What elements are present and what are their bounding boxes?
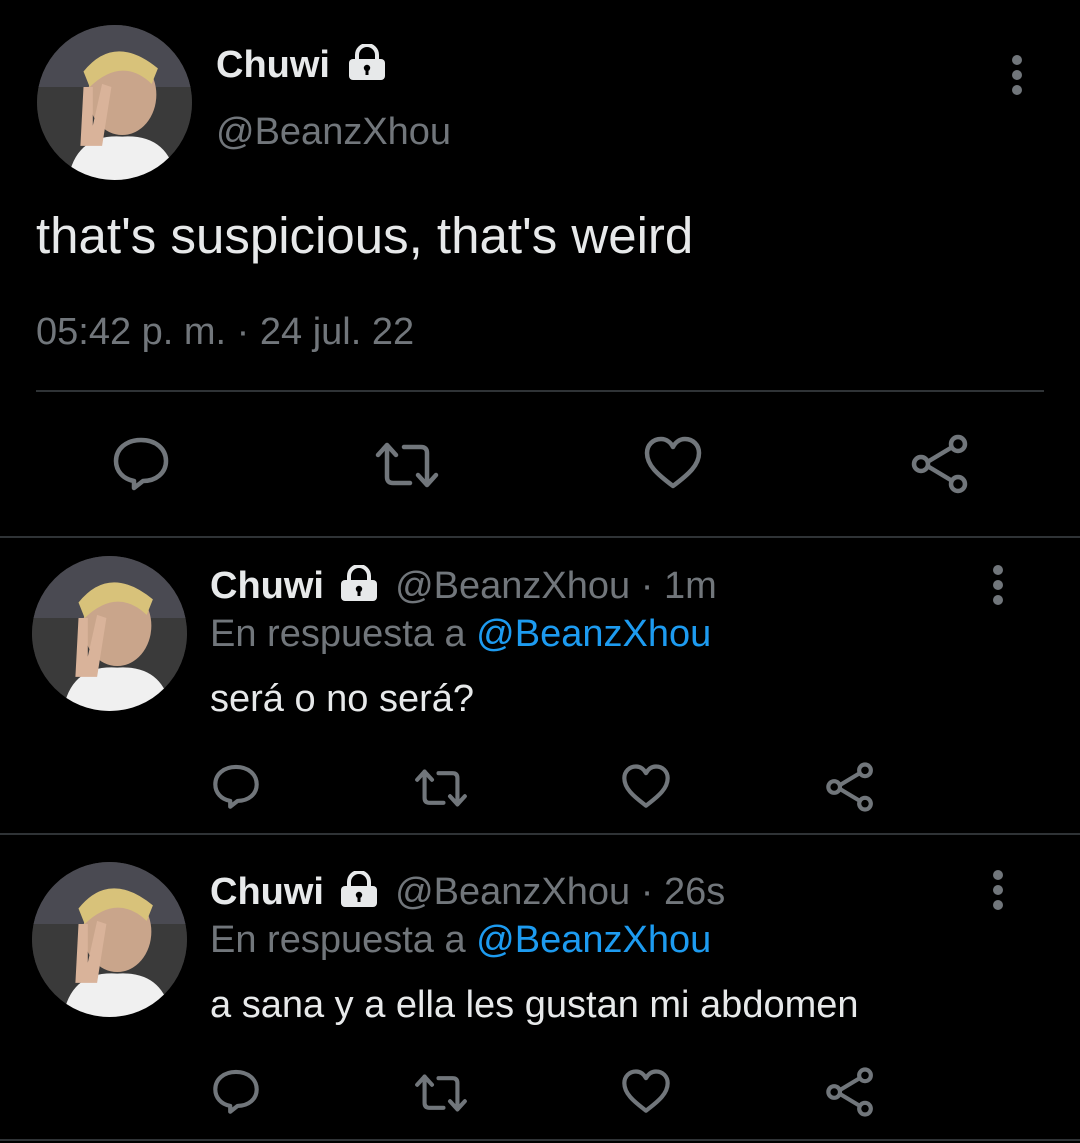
tweet-text: a sana y a ella les gustan mi abdomen — [210, 984, 859, 1026]
like-icon[interactable] — [643, 436, 703, 490]
share-icon[interactable] — [910, 434, 970, 494]
section-divider — [0, 833, 1080, 835]
timestamp-divider — [36, 390, 1044, 392]
handle[interactable]: @BeanzXhou — [395, 565, 630, 607]
section-divider — [0, 536, 1080, 538]
profile-photo-icon — [37, 25, 192, 180]
tweet-age[interactable]: 1m — [664, 565, 717, 607]
handle[interactable]: @BeanzXhou — [395, 871, 630, 913]
lock-icon — [339, 870, 379, 917]
separator: · — [640, 565, 654, 608]
reply-context-label: En respuesta a — [210, 613, 466, 655]
reply-to-link[interactable]: @BeanzXhou — [476, 919, 711, 961]
retweet-icon[interactable] — [372, 437, 442, 493]
tweet-timestamp[interactable]: 05:42 p. m. · 24 jul. 22 — [36, 311, 414, 354]
share-icon[interactable] — [825, 762, 875, 812]
reply-to-link[interactable]: @BeanzXhou — [476, 613, 711, 655]
lock-icon — [347, 43, 387, 90]
profile-photo-icon — [32, 862, 187, 1017]
like-icon[interactable] — [621, 764, 671, 809]
more-options-icon[interactable] — [985, 867, 1011, 913]
retweet-icon[interactable] — [412, 765, 470, 811]
tweet-text: será o no será? — [210, 678, 475, 720]
like-icon[interactable] — [621, 1069, 671, 1114]
more-options-icon[interactable] — [985, 562, 1011, 608]
profile-photo-icon — [32, 556, 187, 711]
separator: · — [640, 871, 654, 914]
reply-icon[interactable] — [212, 1067, 260, 1115]
tweet-age[interactable]: 26s — [664, 871, 725, 913]
reply-context-label: En respuesta a — [210, 919, 466, 961]
avatar[interactable] — [37, 25, 192, 180]
avatar[interactable] — [32, 556, 187, 711]
section-divider — [0, 1139, 1080, 1141]
display-name[interactable]: Chuwi — [216, 44, 330, 86]
avatar[interactable] — [32, 862, 187, 1017]
retweet-icon[interactable] — [412, 1070, 470, 1116]
handle[interactable]: @BeanzXhou — [216, 111, 451, 154]
reply-icon[interactable] — [212, 762, 260, 810]
reply-icon[interactable] — [112, 434, 170, 492]
display-name[interactable]: Chuwi — [210, 871, 324, 913]
more-options-icon[interactable] — [1004, 52, 1030, 98]
lock-icon — [339, 564, 379, 611]
tweet-text: that's suspicious, that's weird — [36, 207, 694, 264]
share-icon[interactable] — [825, 1067, 875, 1117]
display-name[interactable]: Chuwi — [210, 565, 324, 607]
